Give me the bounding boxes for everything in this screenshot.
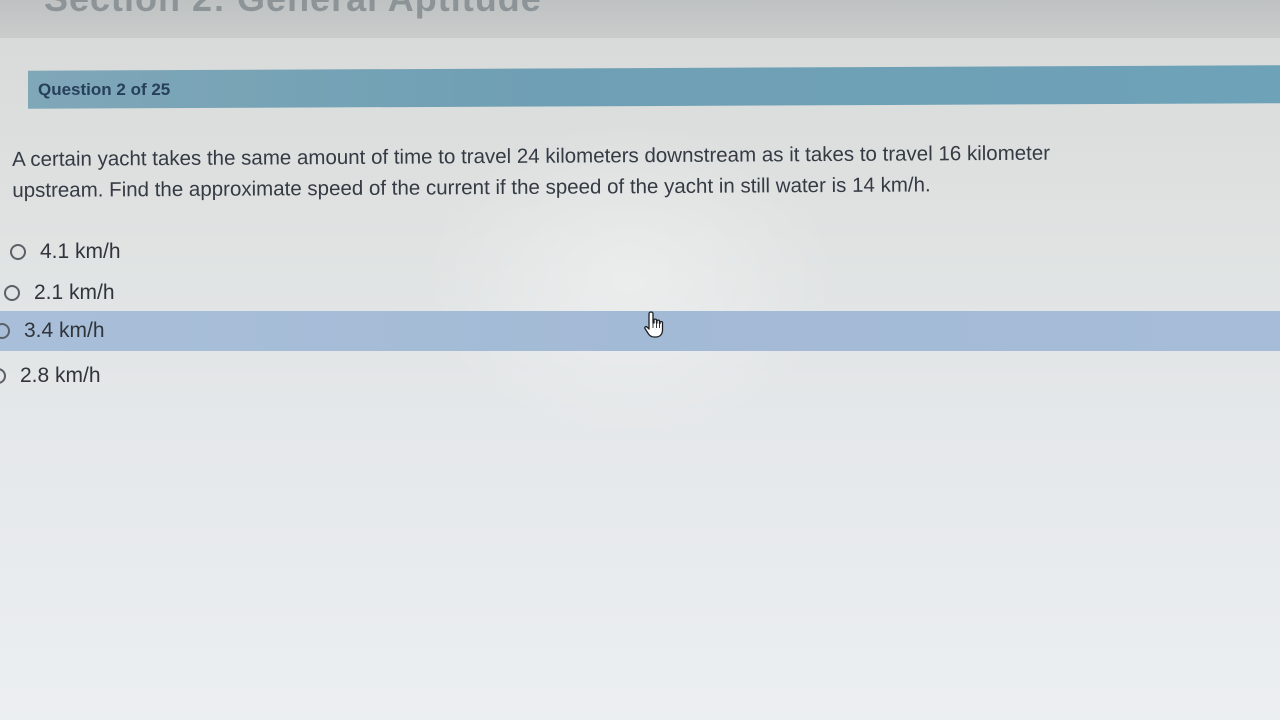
radio-circle-icon[interactable]: [4, 285, 20, 301]
answer-option-4[interactable]: 2.8 km/h: [0, 356, 1280, 396]
hand-pointer-icon: [644, 311, 664, 338]
radio-circle-icon[interactable]: [0, 323, 10, 339]
question-text-line-2: upstream. Find the approximate speed of …: [12, 173, 931, 202]
answer-option-2[interactable]: 2.1 km/h: [0, 273, 1280, 313]
answer-option-1[interactable]: 4.1 km/h: [0, 232, 1280, 272]
answer-option-label: 4.1 km/h: [40, 240, 121, 263]
section-header: Section 2: General Aptitude: [0, 0, 1280, 38]
question-text: A certain yacht takes the same amount of…: [12, 136, 1280, 206]
question-header-bar: [28, 65, 1280, 109]
answer-option-label: 3.4 km/h: [24, 319, 105, 342]
radio-circle-icon[interactable]: [10, 244, 26, 260]
radio-circle-icon[interactable]: [0, 368, 6, 384]
answer-option-label: 2.1 km/h: [34, 281, 115, 304]
section-title: Section 2: General Aptitude: [44, 0, 542, 20]
question-counter: Question 2 of 25: [38, 80, 171, 99]
answer-option-label: 2.8 km/h: [20, 364, 101, 387]
answer-option-3[interactable]: 3.4 km/h: [0, 311, 1280, 351]
